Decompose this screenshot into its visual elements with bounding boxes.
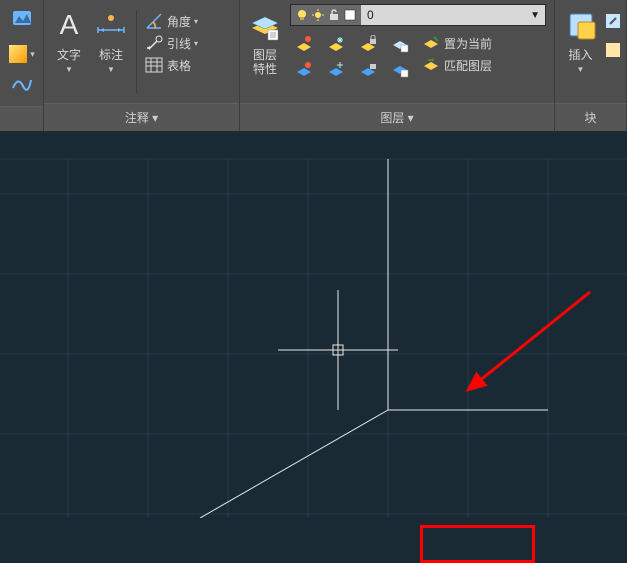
leader-label: 引线 bbox=[167, 35, 191, 52]
annotation-highlight-box bbox=[420, 525, 535, 563]
layer-lock-icon[interactable] bbox=[358, 34, 378, 54]
layer-selector[interactable]: 0 ▼ bbox=[290, 4, 546, 26]
layer-iso-icon[interactable] bbox=[294, 59, 314, 79]
angle-dim-tool[interactable]: 角度 ▾ bbox=[141, 10, 202, 32]
layer-state-icon[interactable] bbox=[390, 34, 410, 54]
layer-set-current[interactable]: 置为当前 bbox=[418, 32, 496, 54]
solid-hatch-icon[interactable] bbox=[11, 7, 33, 34]
panel-draw-narrow: ▾ bbox=[0, 0, 44, 131]
ribbon: ▾ A 文字 ▼ 标注 ▼ 角度 bbox=[0, 0, 627, 132]
color-swatch-icon bbox=[344, 9, 356, 21]
annotation-arrow bbox=[468, 292, 590, 390]
spline-icon[interactable] bbox=[11, 74, 33, 99]
panel-label-annotate[interactable]: 注释 ▾ bbox=[44, 103, 239, 131]
angle-label: 角度 bbox=[167, 13, 191, 30]
panel-label-draw bbox=[0, 106, 43, 131]
chevron-down-icon: ▼ bbox=[525, 10, 545, 21]
panel-blocks: 插入 ▼ 块 bbox=[555, 0, 627, 131]
svg-text:A: A bbox=[60, 9, 79, 40]
panel-layers: 图层 特性 0 ▼ bbox=[240, 0, 555, 131]
dim-tool-label: 标注 bbox=[99, 46, 123, 63]
insert-label: 插入 bbox=[568, 46, 592, 63]
layer-props-label: 图层 特性 bbox=[253, 48, 277, 77]
panel-annotate: A 文字 ▼ 标注 ▼ 角度 ▾ 引线 ▾ bbox=[44, 0, 240, 131]
drawing-area[interactable] bbox=[0, 132, 627, 518]
layer-uniso-icon[interactable] bbox=[326, 59, 346, 79]
layer-change-icon[interactable] bbox=[390, 59, 410, 79]
set-current-label: 置为当前 bbox=[444, 35, 492, 52]
lock-open-icon bbox=[328, 9, 340, 21]
gradient-icon[interactable]: ▾ bbox=[8, 44, 35, 64]
table-tool[interactable]: 表格 bbox=[141, 54, 195, 76]
match-label: 匹配图层 bbox=[444, 57, 492, 74]
insert-block[interactable]: 插入 ▼ bbox=[560, 4, 602, 78]
layer-properties[interactable]: 图层 特性 bbox=[244, 0, 286, 81]
layer-off-icon[interactable] bbox=[294, 34, 314, 54]
panel-label-blocks[interactable]: 块 bbox=[555, 103, 626, 131]
block-edit-icon[interactable] bbox=[604, 12, 622, 35]
layer-freeze-icon[interactable] bbox=[326, 34, 346, 54]
sun-icon bbox=[312, 9, 324, 21]
layer-current-name: 0 bbox=[361, 5, 525, 25]
leader-tool[interactable]: 引线 ▾ bbox=[141, 32, 202, 54]
layer-unlock-icon[interactable] bbox=[358, 59, 378, 79]
text-tool[interactable]: A 文字 ▼ bbox=[48, 4, 90, 78]
panel-label-layers[interactable]: 图层 ▾ bbox=[240, 103, 554, 131]
layer-match[interactable]: 匹配图层 bbox=[418, 54, 496, 76]
text-tool-label: 文字 bbox=[57, 46, 81, 63]
dimension-tool[interactable]: 标注 ▼ bbox=[90, 4, 132, 78]
layer-tools-grid bbox=[286, 28, 418, 81]
bulb-on-icon bbox=[296, 9, 308, 21]
table-label: 表格 bbox=[167, 57, 191, 74]
block-attr-icon[interactable] bbox=[604, 41, 622, 64]
